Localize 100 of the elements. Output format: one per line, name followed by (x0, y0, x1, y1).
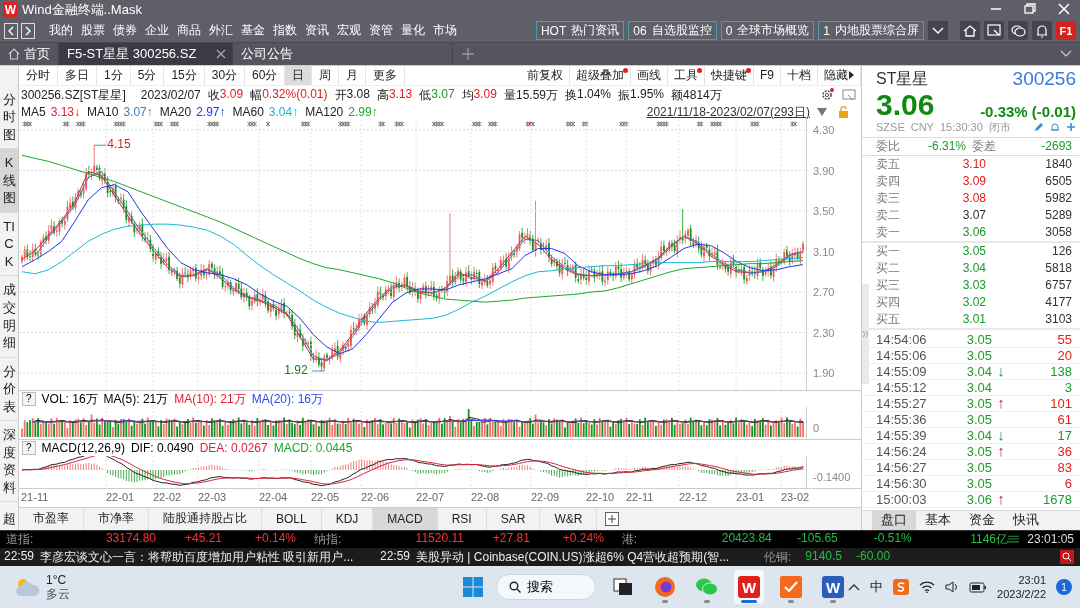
bell-icon[interactable] (1032, 21, 1052, 41)
battery-icon[interactable] (969, 581, 988, 593)
toolbar-button[interactable]: 隐藏 (818, 65, 861, 86)
tab[interactable]: 公司公告 (233, 42, 454, 65)
indicator-tab[interactable]: SAR (486, 507, 541, 530)
period-tab[interactable]: 15分 (164, 65, 205, 86)
toolbar-button[interactable]: 工具 (668, 65, 705, 86)
toolbar-button[interactable]: 超级叠加 (570, 65, 631, 86)
side-tab[interactable]: 分价表 (0, 357, 18, 422)
help-button[interactable]: ? (22, 440, 36, 455)
document-app-icon[interactable]: W (822, 576, 845, 599)
menu-item[interactable]: 指数 (271, 22, 299, 40)
menu-item[interactable]: 外汇 (207, 22, 235, 40)
menu-item[interactable]: 基金 (239, 22, 267, 40)
checkmark-app-icon[interactable] (780, 576, 803, 599)
input-method-indicator[interactable]: 中 (870, 578, 884, 597)
list-icon[interactable] (1008, 534, 1020, 545)
help-button[interactable]: F1 (1056, 21, 1076, 41)
speaker-icon[interactable] (945, 581, 960, 594)
taskbar-app-button[interactable]: W (818, 570, 849, 605)
menu-item[interactable]: 宏观 (335, 22, 363, 40)
menu-item[interactable]: 我的 (47, 22, 75, 40)
side-tab[interactable]: 成交明细 (0, 276, 18, 358)
order-volume: 5289 (1044, 208, 1072, 223)
collapse-caret-icon[interactable] (1060, 49, 1072, 58)
side-tab[interactable]: 深度资料 (0, 421, 18, 503)
panel-tab[interactable]: 盘口 (872, 510, 916, 530)
back-button[interactable] (4, 22, 18, 39)
toolbar-button[interactable]: 画线 (631, 65, 668, 86)
toolbar-button[interactable]: 前复权 (521, 65, 570, 86)
menu-item[interactable]: 债券 (111, 22, 139, 40)
input-app-icon[interactable] (893, 579, 910, 596)
taskbar-app-button[interactable]: W (734, 570, 765, 605)
indicator-tab[interactable]: W&R (540, 507, 598, 530)
side-tab[interactable]: TICK (0, 212, 18, 277)
period-tab[interactable]: 1分 (97, 65, 131, 86)
close-icon[interactable] (216, 48, 227, 59)
period-tab[interactable]: 5分 (130, 65, 165, 86)
wifi-icon[interactable] (919, 581, 936, 594)
indicator-tab[interactable]: RSI (437, 507, 487, 530)
settings-icon[interactable] (820, 88, 834, 103)
search-button[interactable] (1060, 550, 1074, 565)
quick-link-button[interactable]: 1 内地股票综合屏 (818, 21, 924, 41)
tab[interactable]: F5-ST星星 300256.SZ (59, 42, 234, 65)
taskbar-date[interactable]: 2023/2/22 (997, 587, 1046, 602)
screen-pointer-icon[interactable] (984, 21, 1004, 41)
toolbar-button[interactable]: 十档 (781, 65, 818, 86)
indicator-tab[interactable]: 市盈率 (19, 507, 84, 530)
pencil-icon[interactable] (1034, 122, 1044, 133)
menu-item[interactable]: 股票 (79, 22, 107, 40)
axis-label: 23-02 (781, 490, 810, 503)
period-tab[interactable]: 周 (312, 65, 340, 86)
menu-item[interactable]: 商品 (175, 22, 203, 40)
menu-item[interactable]: 资管 (367, 22, 395, 40)
side-tab[interactable]: K线图 (0, 149, 18, 213)
chat-icon[interactable] (1008, 21, 1028, 41)
period-tab[interactable]: 多日 (58, 65, 97, 86)
quick-link-button[interactable]: 0 全球市场概览 (720, 21, 815, 41)
add-icon[interactable] (1066, 122, 1076, 133)
period-tab[interactable]: 月 (339, 65, 367, 86)
browser-icon[interactable] (654, 576, 677, 599)
home-icon[interactable] (960, 21, 980, 41)
forward-button[interactable] (21, 22, 35, 39)
chevron-up-icon[interactable] (848, 583, 861, 592)
app-icon[interactable]: W (738, 576, 761, 599)
menu-item[interactable]: 资讯 (303, 22, 331, 40)
period-tab[interactable]: 30分 (204, 65, 246, 86)
help-button[interactable]: ? (22, 392, 36, 406)
period-tab[interactable]: 更多 (366, 65, 406, 86)
panel-tab[interactable]: 基本 (916, 510, 960, 530)
indicator-tab[interactable]: 市净率 (84, 507, 149, 530)
news-headline[interactable]: 李彦宏谈文心一言：将帮助百度增加用户粘性 吸引新用户... (40, 548, 354, 566)
notification-badge[interactable]: 1 (1056, 579, 1072, 596)
news-markers-drawing[interactable] (22, 121, 798, 128)
taskbar-time[interactable]: 23:01 (1018, 573, 1046, 588)
toolbar-button[interactable]: 快捷键 (705, 65, 754, 86)
taskbar-search[interactable]: 搜索 (496, 574, 597, 601)
period-tab[interactable]: 日 (285, 65, 313, 86)
toolbar-button[interactable]: F9 (754, 65, 781, 86)
task-view-icon[interactable] (612, 577, 635, 598)
dropdown-caret-icon[interactable] (817, 108, 827, 117)
indicator-tab[interactable]: BOLL (262, 507, 322, 530)
menu-item[interactable]: 企业 (143, 22, 171, 40)
menu-item[interactable]: 量化 (399, 22, 427, 40)
screen-icon[interactable] (841, 88, 857, 103)
quick-link-button[interactable]: HOT 热门资讯 (535, 21, 625, 41)
date-range-link[interactable]: 2021/11/18-2023/02/07(293日) (646, 103, 810, 121)
panel-tab[interactable]: 资金 (960, 510, 1004, 530)
bell-icon[interactable] (1050, 122, 1060, 133)
news-headline[interactable]: 美股异动 | Coinbase(COIN.US)涨超6% Q4营收超预期(智... (416, 548, 730, 566)
indicator-tab[interactable]: MACD (373, 507, 438, 530)
dropdown-button[interactable] (928, 21, 948, 41)
quick-link-button[interactable]: 06 自选股监控 (628, 21, 717, 41)
panel-tab[interactable]: 快讯 (1004, 510, 1048, 530)
menu-item[interactable]: 市场 (431, 22, 459, 40)
start-button[interactable] (462, 576, 485, 599)
add-tab-button[interactable] (605, 511, 620, 526)
panel-collapse-handle[interactable] (862, 283, 869, 384)
indicator-tab[interactable]: 陆股通持股占比 (149, 507, 262, 530)
period-tab[interactable]: 分时 (19, 65, 58, 86)
